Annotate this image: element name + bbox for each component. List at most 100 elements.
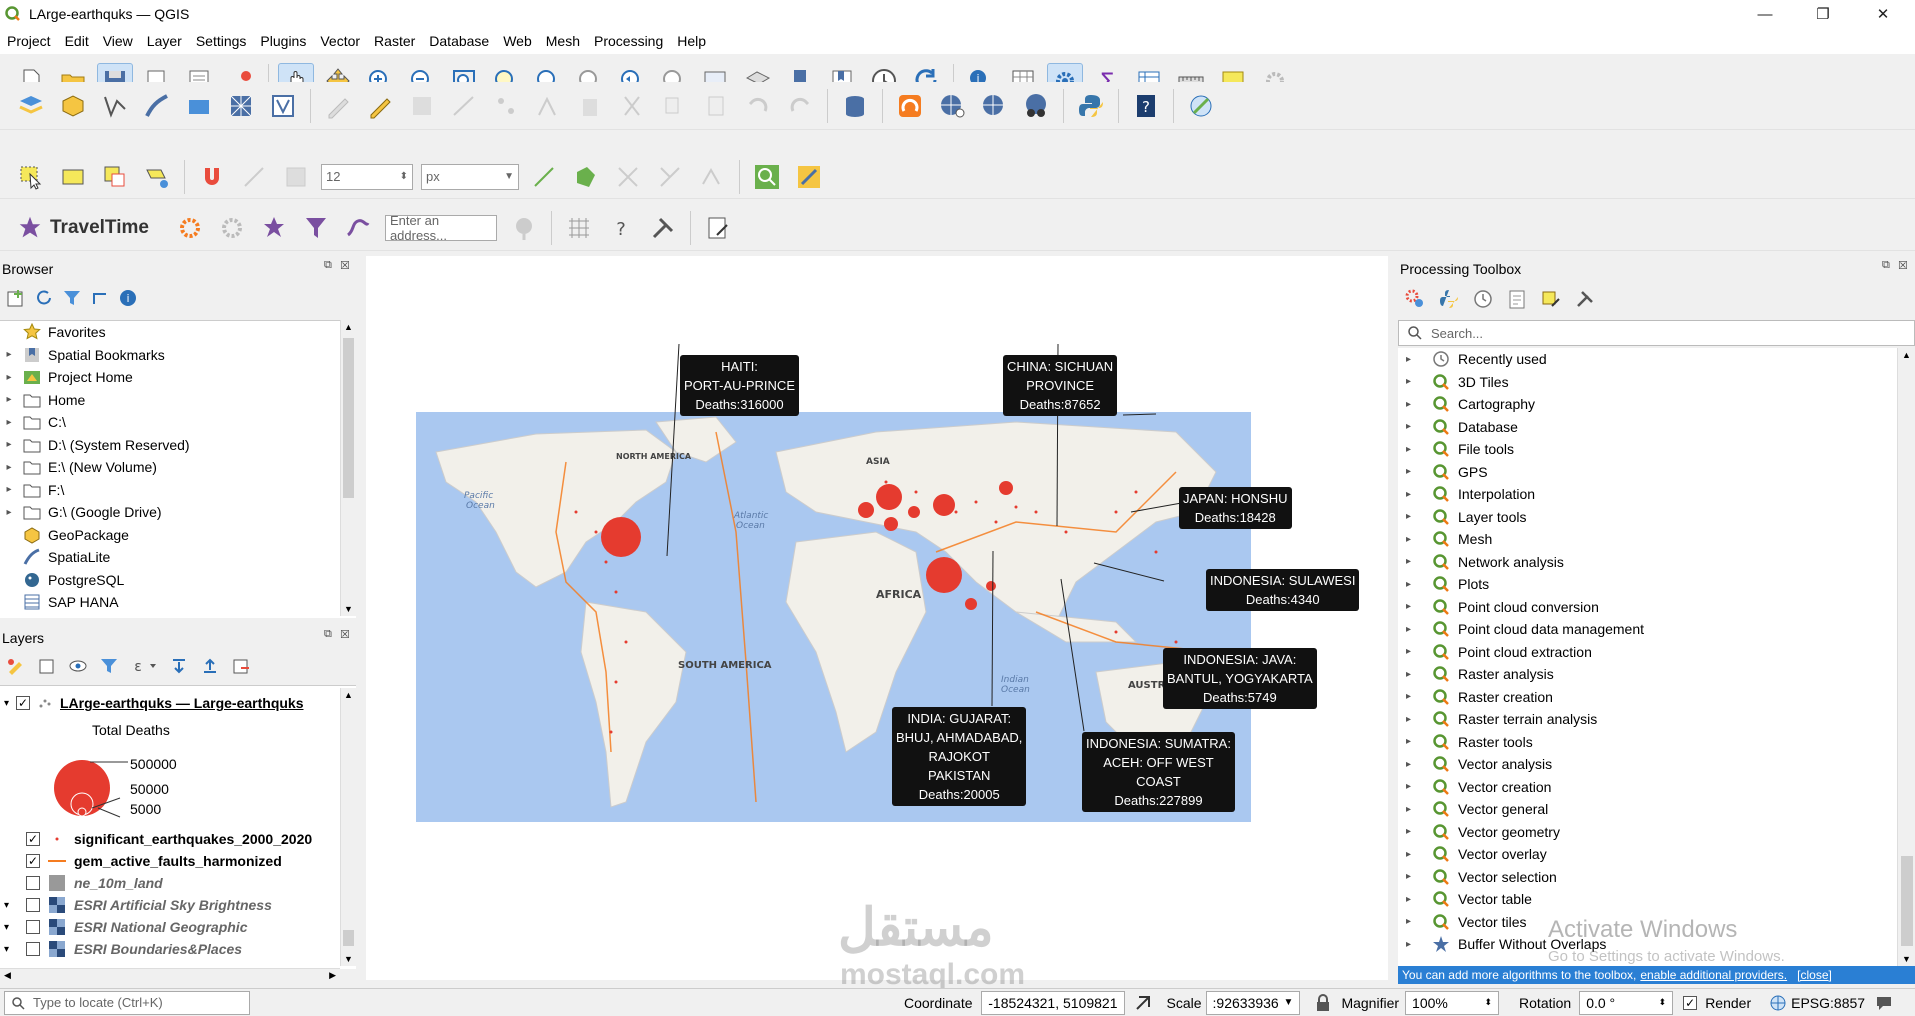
processing-group-item[interactable]: ▸ GPS xyxy=(1398,461,1897,484)
scroll-left-icon[interactable]: ◀ xyxy=(4,970,11,981)
processing-group-item[interactable]: ▸ Point cloud conversion xyxy=(1398,596,1897,619)
crs-label[interactable]: EPSG:8857 xyxy=(1791,995,1865,1011)
rotation-input[interactable]: 0.0 ° ⬍ xyxy=(1579,990,1674,1015)
layer-visibility-checkbox[interactable]: ✓ xyxy=(16,696,30,710)
expand-arrow-icon[interactable]: ▸ xyxy=(1406,939,1420,950)
menu-database[interactable]: Database xyxy=(422,33,496,49)
expand-arrow-icon[interactable]: ▸ xyxy=(1406,714,1420,725)
browser-item-sap-hana[interactable]: SAP HANA xyxy=(0,591,356,614)
expand-arrow-icon[interactable]: ▸ xyxy=(1406,421,1420,432)
snapping-type-icon[interactable] xyxy=(278,159,314,195)
spinbox-arrows-icon[interactable]: ⬍ xyxy=(1659,997,1667,1008)
browser-item-postgresql[interactable]: PostgreSQL xyxy=(0,569,356,592)
save-layer-edits-icon[interactable] xyxy=(404,88,440,124)
history-icon[interactable] xyxy=(1472,288,1494,310)
browser-item-spatial-bookmarks[interactable]: ▸ Spatial Bookmarks xyxy=(0,344,356,367)
scroll-down-icon[interactable]: ▼ xyxy=(344,954,353,964)
browser-item-geopackage[interactable]: GeoPackage xyxy=(0,524,356,547)
add-line-feature-icon[interactable] xyxy=(446,88,482,124)
properties-info-icon[interactable]: i xyxy=(118,288,138,308)
new-mesh-layer-icon[interactable] xyxy=(223,88,259,124)
snapping-mode-icon[interactable] xyxy=(236,159,272,195)
python-console-icon[interactable] xyxy=(1073,88,1109,124)
processing-group-item[interactable]: ▸ Network analysis xyxy=(1398,551,1897,574)
spinbox-arrows-icon[interactable]: ⬍ xyxy=(1484,997,1492,1008)
avoid-overlap-icon[interactable] xyxy=(568,159,604,195)
snapping-magnet-icon[interactable] xyxy=(194,159,230,195)
menu-view[interactable]: View xyxy=(96,33,140,49)
processing-group-item[interactable]: ▸ Raster analysis xyxy=(1398,663,1897,686)
menu-settings[interactable]: Settings xyxy=(189,33,254,49)
cut-features-icon[interactable] xyxy=(614,88,650,124)
processing-group-item[interactable]: ▸ Point cloud extraction xyxy=(1398,641,1897,664)
layer-visibility-checkbox[interactable] xyxy=(26,876,40,890)
select-by-value-icon[interactable] xyxy=(55,159,91,195)
close-button[interactable]: ✕ xyxy=(1860,0,1906,28)
expand-arrow-icon[interactable]: ▸ xyxy=(1406,804,1420,815)
magnifier-input[interactable]: 100% ⬍ xyxy=(1405,990,1500,1015)
expand-arrow-icon[interactable]: ▸ xyxy=(1406,781,1420,792)
collapse-all-icon[interactable] xyxy=(200,656,220,676)
metasearch-icon[interactable] xyxy=(1018,88,1054,124)
layer-visibility-checkbox[interactable] xyxy=(26,898,40,912)
self-snapping-icon[interactable] xyxy=(694,159,730,195)
select-features-icon[interactable] xyxy=(13,159,49,195)
panel-close-icon[interactable]: ☒ xyxy=(1898,259,1908,272)
messages-icon[interactable] xyxy=(1875,994,1893,1012)
add-selected-layers-icon[interactable] xyxy=(6,288,26,308)
new-temporary-layer-icon[interactable] xyxy=(265,88,301,124)
toggle-editing-icon[interactable] xyxy=(362,88,398,124)
filter-browser-icon[interactable] xyxy=(62,288,82,308)
menu-plugins[interactable]: Plugins xyxy=(253,33,313,49)
layer-item[interactable]: ✓ gem_active_faults_harmonized xyxy=(26,850,282,872)
processing-group-item[interactable]: ▸ Database xyxy=(1398,416,1897,439)
panel-float-icon[interactable]: ⧉ xyxy=(1882,259,1890,272)
scroll-right-icon[interactable]: ▶ xyxy=(329,970,336,981)
scroll-thumb[interactable] xyxy=(343,930,354,946)
expand-arrow-icon[interactable]: ▸ xyxy=(1406,511,1420,522)
paste-features-icon[interactable] xyxy=(698,88,734,124)
expand-arrow-icon[interactable]: ▸ xyxy=(1406,556,1420,567)
topological-editing-icon[interactable] xyxy=(526,159,562,195)
scroll-up-icon[interactable]: ▲ xyxy=(344,322,353,332)
results-viewer-icon[interactable] xyxy=(1506,288,1528,310)
collapse-arrow-icon[interactable]: ▾ xyxy=(4,922,26,933)
layer-visibility-checkbox[interactable]: ✓ xyxy=(26,854,40,868)
processing-group-item[interactable]: ▸ Vector selection xyxy=(1398,866,1897,889)
tracing-icon[interactable] xyxy=(652,159,688,195)
processing-group-item[interactable]: ▸ Interpolation xyxy=(1398,483,1897,506)
processing-group-item[interactable]: ▸ Vector creation xyxy=(1398,776,1897,799)
enable-providers-link[interactable]: enable additional providers. xyxy=(1640,968,1787,982)
browser-item-d-drive[interactable]: ▸ D:\ (System Reserved) xyxy=(0,434,356,457)
georeferencer-icon[interactable] xyxy=(1183,88,1219,124)
expand-arrow-icon[interactable]: ▸ xyxy=(1406,624,1420,635)
modify-attributes-icon[interactable] xyxy=(530,88,566,124)
chevron-down-icon[interactable]: ▼ xyxy=(1284,997,1294,1008)
expand-arrow-icon[interactable]: ▸ xyxy=(1406,691,1420,702)
layer-visibility-checkbox[interactable]: ✓ xyxy=(26,832,40,846)
minimize-button[interactable]: — xyxy=(1742,0,1788,28)
menu-mesh[interactable]: Mesh xyxy=(539,33,587,49)
select-location-icon[interactable] xyxy=(139,159,175,195)
menu-raster[interactable]: Raster xyxy=(367,33,422,49)
processing-group-item[interactable]: ▸ File tools xyxy=(1398,438,1897,461)
layer-item[interactable]: ✓ significant_earthquakes_2000_2020 xyxy=(26,828,312,850)
manage-visibility-icon[interactable] xyxy=(68,656,88,676)
panel-float-icon[interactable]: ⧉ xyxy=(324,628,332,641)
traveltime-settings-icon[interactable] xyxy=(172,210,208,246)
expand-arrow-icon[interactable]: ▸ xyxy=(1406,399,1420,410)
layer-item[interactable]: ▾ ESRI Artificial Sky Brightness xyxy=(4,894,272,916)
style-layer-icon[interactable] xyxy=(6,656,26,676)
processing-group-item[interactable]: ▸ Point cloud data management xyxy=(1398,618,1897,641)
browser-item-spatialite[interactable]: SpatiaLite xyxy=(0,546,356,569)
locator-bar[interactable]: Type to locate (Ctrl+K) xyxy=(4,990,250,1015)
scroll-down-icon[interactable]: ▼ xyxy=(344,604,353,614)
layer-item[interactable]: ne_10m_land xyxy=(26,872,163,894)
expand-arrow-icon[interactable]: ▸ xyxy=(1406,669,1420,680)
geocode-search-icon[interactable] xyxy=(506,210,542,246)
layer-visibility-checkbox[interactable] xyxy=(26,942,40,956)
collapse-arrow-icon[interactable]: ▾ xyxy=(4,900,26,911)
panel-float-icon[interactable]: ⧉ xyxy=(324,259,332,272)
processing-group-item[interactable]: ▸ Raster terrain analysis xyxy=(1398,708,1897,731)
panel-close-icon[interactable]: ☒ xyxy=(340,628,350,641)
